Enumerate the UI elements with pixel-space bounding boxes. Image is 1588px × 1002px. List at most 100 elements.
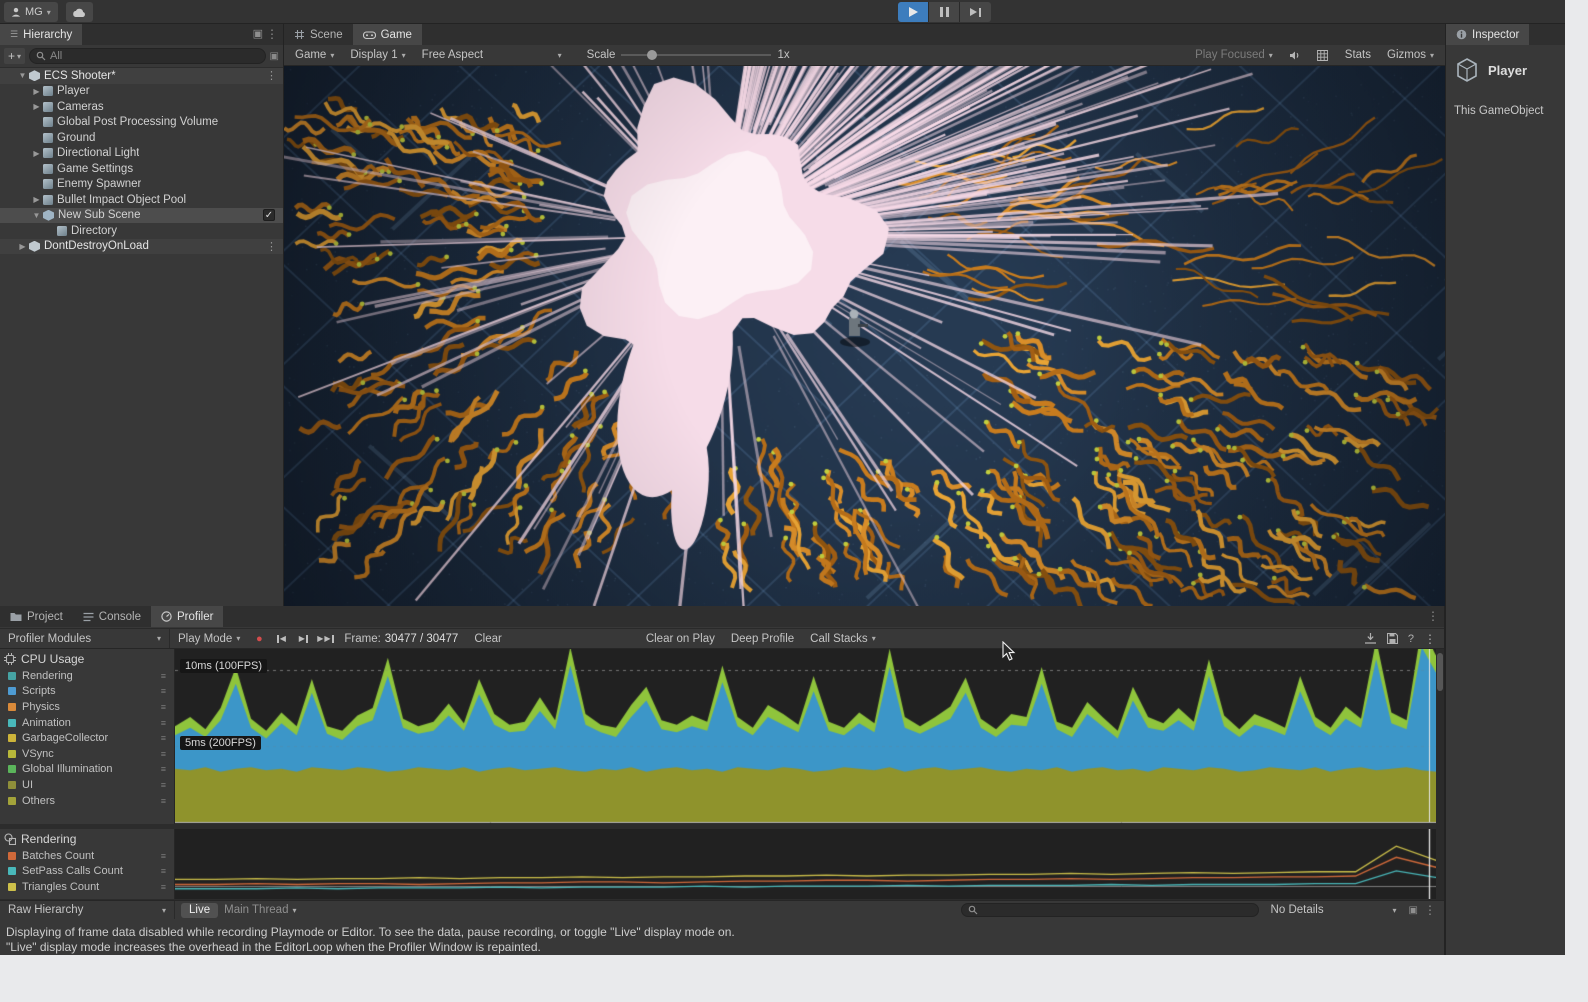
legend-item-setpass-calls-count[interactable]: SetPass Calls Count≡ bbox=[0, 864, 174, 880]
rendering-module-header[interactable]: Rendering bbox=[0, 829, 174, 848]
clear-on-play-toggle[interactable]: Clear on Play bbox=[638, 629, 723, 648]
expand-arrow-icon[interactable]: ▶ bbox=[30, 149, 43, 158]
pane-maximize-icon[interactable]: ▣ bbox=[253, 27, 263, 40]
hierarchy-search-input[interactable] bbox=[50, 50, 259, 62]
hierarchy-item-directory[interactable]: Directory bbox=[0, 223, 283, 239]
vsync-grid-button[interactable] bbox=[1312, 47, 1334, 64]
legend-item-others[interactable]: Others≡ bbox=[0, 793, 174, 809]
account-menu-button[interactable]: MG ▾ bbox=[4, 2, 58, 22]
save-profile-icon[interactable] bbox=[1387, 633, 1398, 644]
legend-drag-handle-icon[interactable]: ≡ bbox=[161, 702, 166, 712]
display-dropdown[interactable]: Display 1 ▾ bbox=[345, 47, 410, 64]
profiler-search-field[interactable] bbox=[961, 903, 1259, 917]
details-view-dropdown[interactable]: No Details ▾ bbox=[1265, 904, 1403, 916]
create-object-button[interactable]: + ▾ bbox=[4, 48, 25, 64]
next-frame-button[interactable]: ▶ bbox=[292, 630, 314, 647]
thread-dropdown[interactable]: Main Thread ▾ bbox=[224, 904, 296, 916]
legend-item-animation[interactable]: Animation≡ bbox=[0, 715, 174, 731]
legend-item-vsync[interactable]: VSync≡ bbox=[0, 746, 174, 762]
legend-drag-handle-icon[interactable]: ≡ bbox=[161, 796, 166, 806]
record-button[interactable]: ● bbox=[248, 630, 270, 647]
legend-drag-handle-icon[interactable]: ≡ bbox=[161, 851, 166, 861]
cpu-module-header[interactable]: CPU Usage bbox=[0, 649, 174, 668]
hierarchy-search-field[interactable] bbox=[29, 48, 266, 64]
expand-arrow-icon[interactable]: ▶ bbox=[30, 195, 43, 204]
expand-arrow-icon[interactable]: ▶ bbox=[30, 87, 43, 96]
step-button[interactable] bbox=[960, 2, 991, 22]
footer-menu-icon[interactable]: ⋮ bbox=[1424, 903, 1436, 917]
legend-drag-handle-icon[interactable]: ≡ bbox=[161, 718, 166, 728]
gizmos-dropdown[interactable]: Gizmos ▾ bbox=[1382, 47, 1439, 64]
play-button[interactable] bbox=[898, 2, 929, 22]
live-toggle[interactable]: Live bbox=[181, 903, 218, 918]
hierarchy-item-ecs-shooter[interactable]: ▼ECS Shooter*⋮ bbox=[0, 68, 283, 84]
legend-drag-handle-icon[interactable]: ≡ bbox=[161, 764, 166, 774]
legend-drag-handle-icon[interactable]: ≡ bbox=[161, 671, 166, 681]
scale-slider-knob[interactable] bbox=[647, 50, 657, 60]
profiler-modules-dropdown[interactable]: Profiler Modules ▾ bbox=[0, 629, 170, 648]
hierarchy-item-directional-light[interactable]: ▶Directional Light bbox=[0, 146, 283, 162]
cloud-services-button[interactable] bbox=[66, 2, 93, 22]
legend-drag-handle-icon[interactable]: ≡ bbox=[161, 749, 166, 759]
expand-arrow-icon[interactable]: ▼ bbox=[30, 211, 43, 220]
scene-menu-icon[interactable]: ⋮ bbox=[266, 69, 277, 82]
hierarchy-item-game-settings[interactable]: Game Settings bbox=[0, 161, 283, 177]
play-mode-dropdown[interactable]: Play Mode ▾ bbox=[170, 629, 248, 648]
legend-drag-handle-icon[interactable]: ≡ bbox=[161, 686, 166, 696]
legend-item-ui[interactable]: UI≡ bbox=[0, 777, 174, 793]
expand-arrow-icon[interactable]: ▶ bbox=[16, 242, 29, 251]
expand-arrow-icon[interactable]: ▼ bbox=[16, 71, 29, 80]
legend-drag-handle-icon[interactable]: ≡ bbox=[161, 780, 166, 790]
profiler-search-input[interactable] bbox=[982, 904, 1252, 916]
profiler-scrollbar[interactable] bbox=[1436, 649, 1444, 900]
hierarchy-item-global-post-processing-volume[interactable]: Global Post Processing Volume bbox=[0, 115, 283, 131]
load-profile-icon[interactable] bbox=[1364, 633, 1377, 644]
stats-button[interactable]: Stats bbox=[1340, 47, 1376, 64]
tab-profiler[interactable]: Profiler bbox=[151, 606, 223, 627]
scene-menu-icon[interactable]: ⋮ bbox=[266, 240, 277, 253]
mute-audio-button[interactable] bbox=[1284, 47, 1306, 64]
legend-drag-handle-icon[interactable]: ≡ bbox=[161, 882, 166, 892]
pause-button[interactable] bbox=[929, 2, 960, 22]
legend-item-physics[interactable]: Physics≡ bbox=[0, 699, 174, 715]
tab-inspector[interactable]: Inspector bbox=[1446, 24, 1529, 45]
clear-button[interactable]: Clear bbox=[466, 629, 509, 648]
play-focused-dropdown[interactable]: Play Focused ▾ bbox=[1190, 47, 1278, 64]
game-view-render[interactable] bbox=[284, 66, 1445, 606]
expand-arrow-icon[interactable]: ▶ bbox=[30, 102, 43, 111]
scale-slider[interactable] bbox=[621, 54, 771, 56]
hierarchy-item-bullet-impact-object-pool[interactable]: ▶Bullet Impact Object Pool bbox=[0, 192, 283, 208]
hierarchy-item-enemy-spawner[interactable]: Enemy Spawner bbox=[0, 177, 283, 193]
hierarchy-item-new-sub-scene[interactable]: ▼New Sub Scene✓ bbox=[0, 208, 283, 224]
tab-hierarchy[interactable]: ☰ Hierarchy bbox=[0, 24, 82, 45]
profiler-menu-icon[interactable]: ⋮ bbox=[1424, 632, 1436, 646]
tab-scene[interactable]: Scene bbox=[284, 24, 353, 45]
scrollbar-thumb[interactable] bbox=[1437, 653, 1443, 691]
legend-item-batches-count[interactable]: Batches Count≡ bbox=[0, 848, 174, 864]
legend-drag-handle-icon[interactable]: ≡ bbox=[161, 733, 166, 743]
deep-profile-toggle[interactable]: Deep Profile bbox=[723, 629, 802, 648]
legend-drag-handle-icon[interactable]: ≡ bbox=[161, 866, 166, 876]
first-frame-button[interactable]: ◀ bbox=[270, 630, 292, 647]
cpu-usage-chart[interactable] bbox=[175, 649, 1437, 824]
help-icon[interactable]: ? bbox=[1408, 633, 1414, 645]
legend-item-triangles-count[interactable]: Triangles Count≡ bbox=[0, 879, 174, 895]
hierarchy-item-dontdestroyonload[interactable]: ▶DontDestroyOnLoad⋮ bbox=[0, 239, 283, 255]
tab-console[interactable]: Console bbox=[73, 606, 151, 627]
subscene-loaded-checkbox[interactable]: ✓ bbox=[263, 209, 275, 221]
legend-item-global-illumination[interactable]: Global Illumination≡ bbox=[0, 762, 174, 778]
tab-project[interactable]: Project bbox=[0, 606, 73, 627]
tab-game[interactable]: Game bbox=[353, 24, 422, 45]
pane-menu-icon[interactable]: ⋮ bbox=[1427, 609, 1439, 623]
pane-menu-icon[interactable]: ⋮ bbox=[266, 27, 278, 41]
raw-hierarchy-dropdown[interactable]: Raw Hierarchy ▾ bbox=[0, 901, 175, 919]
display-target-dropdown[interactable]: Game ▾ bbox=[290, 47, 339, 64]
search-filter-icon[interactable]: ▣ bbox=[270, 51, 279, 62]
hierarchy-item-ground[interactable]: Ground bbox=[0, 130, 283, 146]
hierarchy-item-player[interactable]: ▶Player bbox=[0, 84, 283, 100]
aspect-ratio-dropdown[interactable]: Free Aspect ▾ bbox=[417, 47, 567, 64]
call-stacks-dropdown[interactable]: Call Stacks ▾ bbox=[802, 629, 884, 648]
current-frame-button[interactable]: ▶▶ bbox=[314, 630, 336, 647]
rendering-chart[interactable] bbox=[175, 829, 1437, 899]
legend-item-rendering[interactable]: Rendering≡ bbox=[0, 668, 174, 684]
